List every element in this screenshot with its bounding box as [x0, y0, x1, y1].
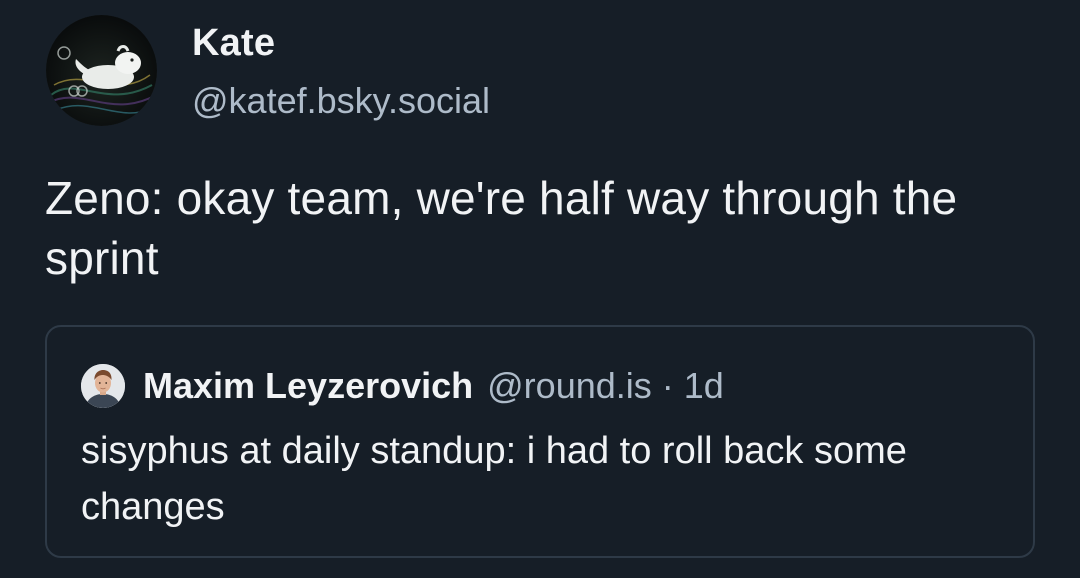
- author-handle[interactable]: @katef.bsky.social: [192, 80, 490, 122]
- quoted-author-display-name[interactable]: Maxim Leyzerovich: [143, 365, 473, 407]
- post-text: Zeno: okay team, we're half way through …: [45, 172, 958, 284]
- post[interactable]: Kate @katef.bsky.social Zeno: okay team,…: [0, 0, 1080, 578]
- man-portrait-avatar-icon: [81, 364, 125, 408]
- quoted-post-text: sisyphus at daily standup: i had to roll…: [81, 430, 907, 528]
- quoted-post-header: Maxim Leyzerovich @round.is · 1d: [81, 361, 724, 411]
- author-display-name[interactable]: Kate: [192, 22, 275, 65]
- quoted-author-avatar[interactable]: [81, 364, 125, 408]
- author-avatar[interactable]: [46, 15, 157, 126]
- quoted-post-separator: ·: [661, 365, 674, 406]
- quoted-author-handle[interactable]: @round.is: [487, 365, 652, 407]
- author-avatar-icon: [46, 15, 157, 126]
- quoted-post-timestamp[interactable]: 1d: [684, 365, 724, 407]
- quoted-post-card[interactable]: Maxim Leyzerovich @round.is · 1d sisyphu…: [45, 325, 1035, 558]
